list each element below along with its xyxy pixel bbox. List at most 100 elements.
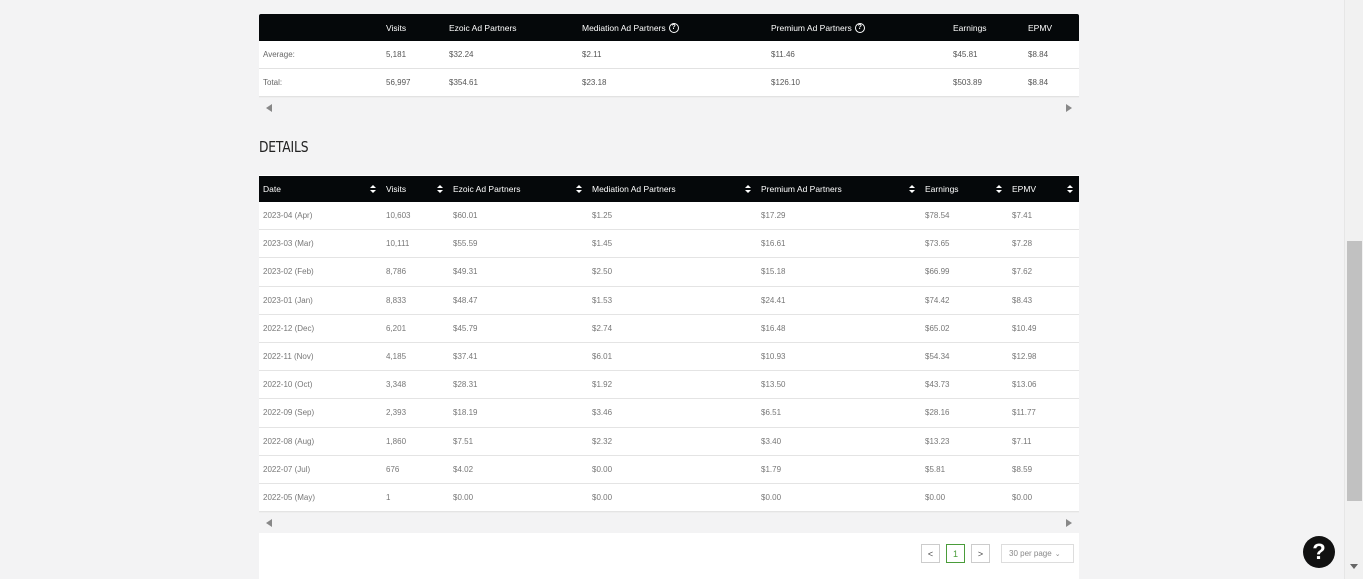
cell-mediation: $1.25	[592, 211, 613, 221]
help-button[interactable]: ?	[1303, 536, 1335, 568]
cell-epmv: $7.11	[1012, 436, 1032, 446]
question-circle-icon[interactable]: ?	[668, 22, 679, 33]
cell-ezoic: $0.00	[453, 492, 474, 502]
cell-epmv: $8.43	[1012, 295, 1033, 305]
scrollbar-thumb[interactable]	[1347, 241, 1362, 501]
prev-page-button[interactable]: <	[921, 544, 940, 563]
scroll-right-arrow-icon[interactable]	[1066, 519, 1072, 528]
details-header-epmv-label: EPMV	[1012, 184, 1037, 194]
summary-table: Visits Ezoic Ad Partners Mediation Ad Pa…	[259, 14, 1079, 118]
cell-ezoic: $37.41	[453, 352, 478, 362]
page-vertical-scrollbar[interactable]	[1344, 0, 1363, 579]
cell-date: 2022-09 (Sep)	[263, 408, 315, 418]
table-row: 2022-09 (Sep) 2,393 $18.19 $3.46 $6.51 $28.16…	[259, 399, 1079, 428]
cell-earnings: $66.99	[925, 267, 950, 277]
cell-date: 2022-11 (Nov)	[263, 352, 314, 362]
summary-row: Total: 56,997 $354.61 $23.18 $126.10 $503.89 $…	[259, 69, 1079, 97]
summary-header-earnings: Earnings	[953, 22, 987, 33]
cell-premium: $10.93	[761, 352, 786, 362]
details-header-premium[interactable]: Premium Ad Partners	[757, 175, 921, 202]
sort-arrows-icon[interactable]	[370, 185, 376, 193]
cell-mediation: $2.50	[592, 267, 613, 277]
summary-row: Average: 5,181 $32.24 $2.11 $11.46 $45.81 $8.8…	[259, 41, 1079, 69]
scroll-left-arrow-icon[interactable]	[266, 519, 272, 528]
summary-cell-visits: 5,181	[386, 50, 407, 59]
details-header-date[interactable]: Date	[259, 175, 382, 202]
sort-arrows-icon[interactable]	[745, 185, 751, 193]
cell-epmv: $13.06	[1012, 380, 1037, 390]
cell-earnings: $28.16	[925, 408, 950, 418]
table-row: 2023-04 (Apr) 10,603 $60.01 $1.25 $17.29 $78.…	[259, 202, 1079, 231]
sort-arrows-icon[interactable]	[437, 185, 443, 193]
cell-epmv: $7.41	[1012, 211, 1033, 221]
details-header-earnings-label: Earnings	[925, 184, 959, 194]
cell-mediation: $1.92	[592, 380, 613, 390]
cell-premium: $13.50	[761, 380, 786, 390]
scroll-right-arrow-icon[interactable]	[1066, 104, 1072, 112]
cell-visits: 3,348	[386, 380, 407, 390]
sort-arrows-icon[interactable]	[909, 185, 915, 193]
cell-premium: $6.51	[761, 408, 782, 418]
cell-visits: 1,860	[386, 436, 407, 446]
details-header-earnings[interactable]: Earnings	[921, 175, 1008, 202]
details-header-visits-label: Visits	[386, 184, 407, 194]
cell-earnings: $5.81	[925, 464, 946, 474]
details-header-epmv[interactable]: EPMV	[1008, 175, 1079, 202]
table-row: 2022-12 (Dec) 6,201 $45.79 $2.74 $16.48 $65.0…	[259, 314, 1079, 343]
cell-ezoic: $18.19	[453, 408, 478, 418]
summary-header-epmv: EPMV	[1028, 22, 1053, 33]
cell-ezoic: $45.79	[453, 323, 478, 333]
scroll-down-arrow-icon[interactable]	[1350, 564, 1358, 569]
summary-header-premium-label: Premium Ad Partners	[771, 22, 852, 33]
details-horizontal-scrollbar[interactable]	[259, 512, 1079, 534]
summary-horizontal-scrollbar[interactable]	[259, 97, 1079, 118]
summary-header-mediation: Mediation Ad Partners ?	[578, 22, 767, 33]
cell-premium: $17.29	[761, 211, 786, 221]
cell-mediation: $1.53	[592, 295, 613, 305]
summary-header-ezoic: Ezoic Ad Partners	[449, 22, 517, 33]
cell-premium: $16.48	[761, 323, 786, 333]
details-header-visits[interactable]: Visits	[382, 175, 449, 202]
sort-arrows-icon[interactable]	[1067, 185, 1073, 193]
cell-visits: 4,185	[386, 352, 407, 362]
cell-date: 2023-04 (Apr)	[263, 211, 313, 221]
summary-cell-premium: $126.10	[771, 78, 800, 87]
cell-date: 2022-07 (Jul)	[263, 464, 311, 474]
sort-arrows-icon[interactable]	[996, 185, 1002, 193]
summary-cell-earnings: $45.81	[953, 50, 978, 59]
cell-earnings: $73.65	[925, 239, 950, 249]
page-1-button[interactable]: 1	[946, 544, 965, 563]
summary-cell-earnings: $503.89	[953, 78, 982, 87]
details-header-ezoic-label: Ezoic Ad Partners	[453, 184, 521, 194]
cell-premium: $16.61	[761, 239, 786, 249]
summary-header-row: Visits Ezoic Ad Partners Mediation Ad Pa…	[259, 14, 1079, 41]
question-circle-icon[interactable]: ?	[854, 22, 865, 33]
cell-date: 2023-01 (Jan)	[263, 295, 313, 305]
details-header-mediation[interactable]: Mediation Ad Partners	[588, 175, 757, 202]
chevron-down-icon: ⌄	[1054, 550, 1061, 558]
per-page-select[interactable]: 30 per page ⌄	[1001, 544, 1074, 563]
details-header-ezoic[interactable]: Ezoic Ad Partners	[449, 175, 588, 202]
per-page-label: 30 per page	[1009, 549, 1052, 558]
summary-cell-epmv: $8.84	[1028, 78, 1049, 87]
cell-epmv: $11.77	[1012, 408, 1036, 418]
details-header-premium-label: Premium Ad Partners	[761, 184, 842, 194]
summary-cell-ezoic: $354.61	[449, 78, 478, 87]
cell-epmv: $12.98	[1012, 352, 1037, 362]
cell-premium: $24.41	[761, 295, 786, 305]
cell-date: 2022-10 (Oct)	[263, 380, 313, 390]
sort-arrows-icon[interactable]	[576, 185, 582, 193]
next-page-button[interactable]: >	[971, 544, 990, 563]
cell-premium: $15.18	[761, 267, 786, 277]
details-header-mediation-label: Mediation Ad Partners	[592, 184, 676, 194]
cell-ezoic: $4.02	[453, 464, 474, 474]
table-row: 2022-11 (Nov) 4,185 $37.41 $6.01 $10.93 $54.3…	[259, 342, 1079, 372]
scroll-left-arrow-icon[interactable]	[266, 104, 272, 112]
cell-date: 2022-12 (Dec)	[263, 323, 315, 333]
cell-visits: 10,111	[386, 239, 410, 249]
cell-visits: 1	[386, 492, 391, 502]
details-table: Date Visits Ezoic Ad Partners Mediation …	[259, 175, 1079, 534]
cell-mediation: $3.46	[592, 408, 613, 418]
cell-earnings: $43.73	[925, 380, 950, 390]
summary-cell-visits: 56,997	[386, 78, 411, 87]
